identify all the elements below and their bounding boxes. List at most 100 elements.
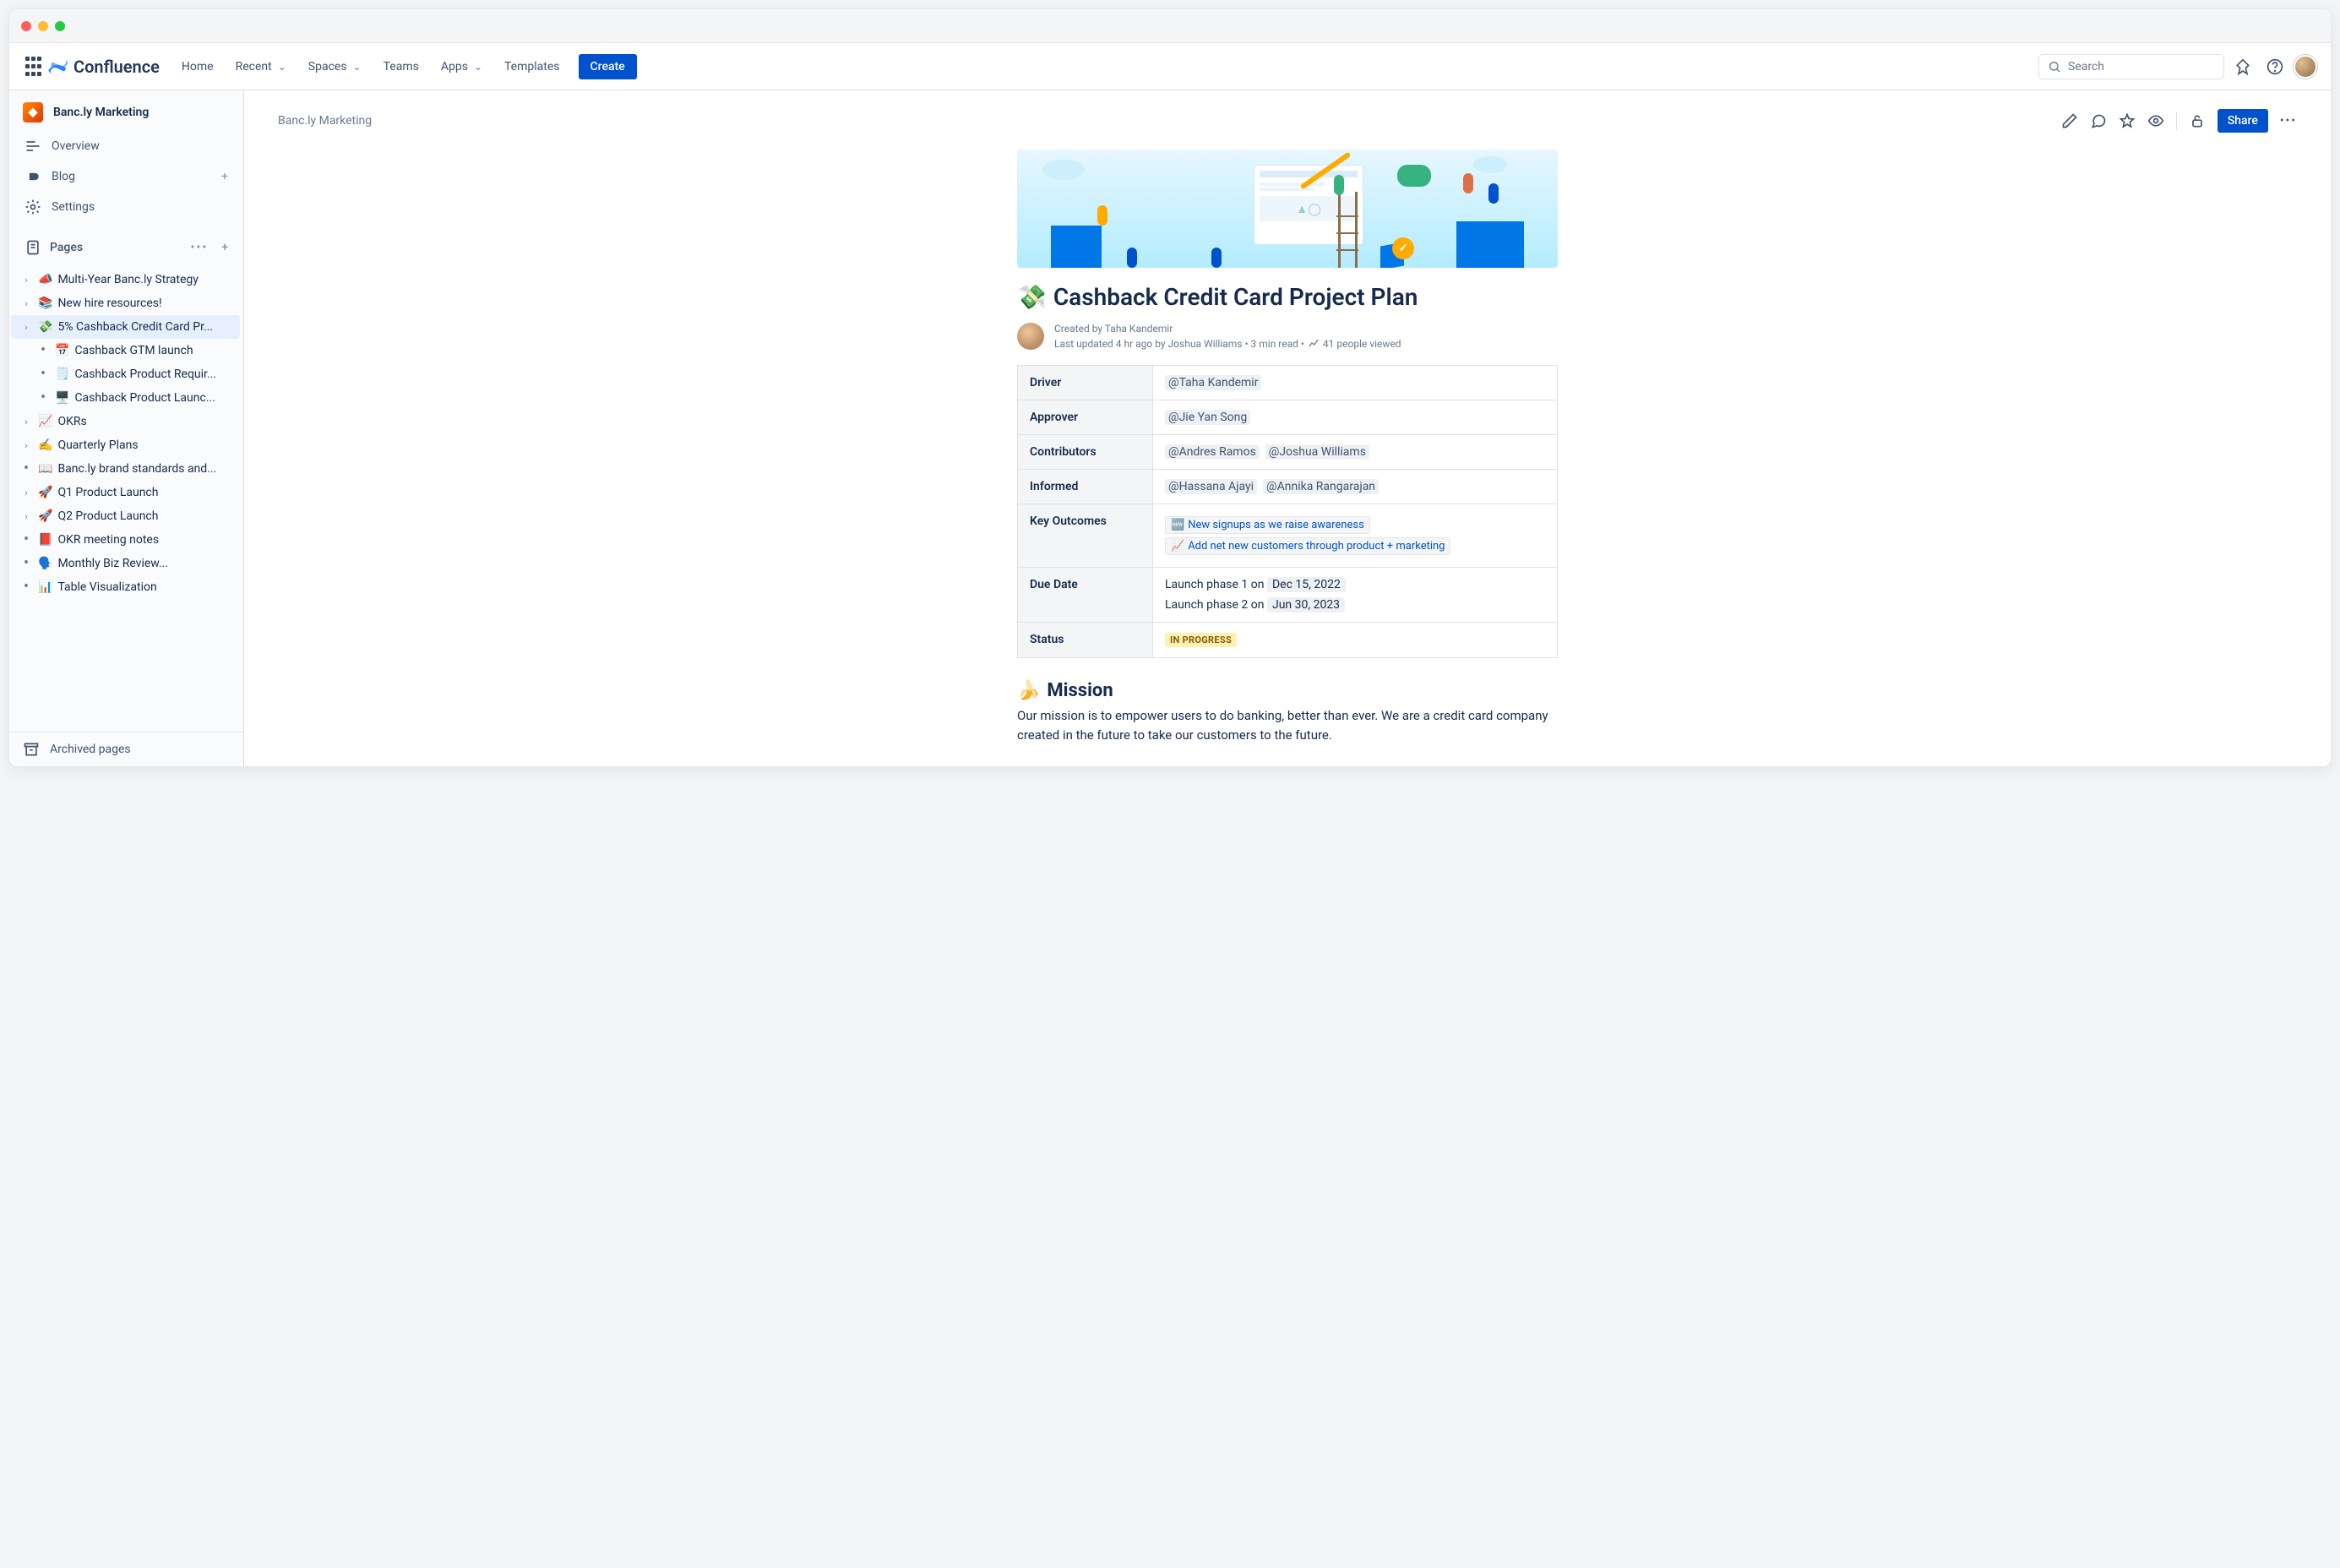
approver-mention[interactable]: @Jie Yan Song: [1165, 410, 1250, 425]
divider: [2176, 112, 2177, 130]
chevron-right-icon[interactable]: ›: [19, 416, 33, 427]
top-nav: Confluence Home Recent Spaces Teams Apps…: [9, 43, 2331, 90]
bullet-icon: •: [19, 536, 33, 544]
outcome-link[interactable]: 🆕New signups as we raise awareness: [1165, 516, 1370, 534]
read-time: 3 min read: [1251, 338, 1298, 350]
author-avatar[interactable]: [1017, 323, 1044, 350]
page-label: Q2 Product Launch: [57, 509, 158, 523]
sidebar-settings-label: Settings: [52, 200, 95, 214]
contributor-mention[interactable]: @Andres Ramos: [1165, 444, 1260, 460]
page-label: Cashback Product Launc...: [74, 391, 215, 405]
bullet-icon: •: [19, 465, 33, 473]
chevron-down-icon: [275, 60, 286, 74]
page-byline: Created by Taha Kandemir Last updated 4 …: [1017, 323, 1558, 350]
byline-meta: Last updated 4 hr ago by Joshua Williams…: [1054, 336, 1401, 350]
help-icon[interactable]: [2261, 53, 2288, 80]
sidebar-settings[interactable]: Settings: [16, 192, 237, 222]
nav-home[interactable]: Home: [173, 55, 222, 79]
chevron-right-icon[interactable]: ›: [19, 275, 33, 286]
page-tree-item[interactable]: ›✍️Quarterly Plans: [11, 433, 240, 457]
chevron-right-icon[interactable]: ›: [19, 298, 33, 309]
page-tree-item[interactable]: •🖥️Cashback Product Launc...: [11, 386, 240, 410]
driver-mention[interactable]: @Taha Kandemir: [1165, 375, 1261, 390]
edit-icon[interactable]: [2061, 112, 2078, 129]
created-by-label: Created by: [1054, 323, 1105, 335]
nav-spaces[interactable]: Spaces: [300, 55, 370, 79]
add-page-icon[interactable]: +: [221, 241, 228, 254]
outcomes-label: Key Outcomes: [1018, 504, 1153, 568]
page-tree-item[interactable]: ›📣Multi-Year Banc.ly Strategy: [11, 268, 240, 291]
chevron-right-icon[interactable]: ›: [19, 440, 33, 451]
space-logo[interactable]: ◆: [23, 102, 43, 122]
sidebar-overview[interactable]: Overview: [16, 131, 237, 161]
breadcrumb[interactable]: Banc.ly Marketing: [278, 114, 372, 128]
pages-icon: [24, 239, 41, 256]
sidebar-blog[interactable]: Blog +: [16, 161, 237, 192]
informed-mention[interactable]: @Annika Rangarajan: [1263, 479, 1379, 494]
confluence-logo[interactable]: Confluence: [48, 57, 160, 77]
archived-label: Archived pages: [50, 743, 131, 756]
informed-mention[interactable]: @Hassana Ajayi: [1165, 479, 1257, 494]
search-icon: [2048, 60, 2061, 74]
confluence-icon: [48, 57, 68, 77]
bullet-icon: •: [19, 559, 33, 568]
page-tree-item[interactable]: •📊Table Visualization: [11, 575, 240, 599]
page-title-text: Cashback Credit Card Project Plan: [1053, 283, 1418, 311]
analytics-icon: [1307, 336, 1320, 350]
mac-min-dot[interactable]: [38, 21, 48, 31]
pages-more-icon[interactable]: •••: [191, 241, 209, 254]
mac-max-dot[interactable]: [55, 21, 65, 31]
page-tree-item[interactable]: •🗣️Monthly Biz Review...: [11, 552, 240, 575]
more-actions-icon[interactable]: •••: [2280, 114, 2297, 128]
status-badge[interactable]: IN PROGRESS: [1165, 633, 1237, 647]
space-name[interactable]: Banc.ly Marketing: [53, 106, 149, 119]
app-switcher-icon[interactable]: [23, 57, 43, 77]
page-tree-item[interactable]: › 🚀 Q1 Product Launch: [11, 481, 240, 504]
watch-icon[interactable]: [2147, 112, 2164, 129]
user-avatar[interactable]: [2294, 55, 2317, 79]
page-tree-item[interactable]: ›📈OKRs: [11, 410, 240, 433]
page-tree-item[interactable]: •📅Cashback GTM launch: [11, 339, 240, 362]
hero-image: ▲◯ ✓: [1017, 150, 1558, 268]
sidebar-pages-header[interactable]: Pages ••• +: [16, 232, 237, 263]
due-date-chip[interactable]: Jun 30, 2023: [1267, 597, 1345, 612]
nav-teams[interactable]: Teams: [375, 55, 427, 79]
page-tree-item[interactable]: ›💸5% Cashback Credit Card Pr...: [11, 315, 240, 339]
page-label: New hire resources!: [57, 297, 161, 310]
page-tree-item[interactable]: ›📚New hire resources!: [11, 291, 240, 315]
page-tree-item[interactable]: •📕OKR meeting notes: [11, 528, 240, 552]
notifications-icon[interactable]: [2229, 53, 2256, 80]
mission-emoji: 🍌: [1017, 680, 1040, 701]
due-date-chip[interactable]: Dec 15, 2022: [1267, 577, 1346, 592]
share-button[interactable]: Share: [2218, 109, 2268, 133]
mac-close-dot[interactable]: [21, 21, 31, 31]
create-button[interactable]: Create: [579, 54, 637, 79]
page-emoji: 💸: [38, 320, 52, 334]
due-phase-text: Launch phase 1 on: [1165, 578, 1267, 591]
page-label: Cashback GTM launch: [74, 344, 193, 357]
page-tree-item[interactable]: •🗒️Cashback Product Requir...: [11, 362, 240, 386]
chevron-right-icon[interactable]: ›: [19, 511, 33, 522]
outcome-link[interactable]: 📈Add net new customers through product +…: [1165, 537, 1450, 555]
page-label: Monthly Biz Review...: [57, 557, 168, 570]
page-tree-item[interactable]: ›🚀Q2 Product Launch: [11, 504, 240, 528]
star-icon[interactable]: [2119, 112, 2136, 129]
page-label: Q1 Product Launch: [57, 486, 158, 499]
viewed-count[interactable]: 41 people viewed: [1323, 338, 1401, 350]
nav-apps[interactable]: Apps: [433, 55, 491, 79]
chevron-right-icon[interactable]: ›: [19, 487, 33, 498]
due-date-label: Due Date: [1018, 568, 1153, 623]
page-tree-item[interactable]: •📖Banc.ly brand standards and...: [11, 457, 240, 481]
contributor-mention[interactable]: @Joshua Williams: [1265, 444, 1369, 460]
comment-icon[interactable]: [2090, 112, 2107, 129]
nav-templates[interactable]: Templates: [496, 55, 569, 79]
add-blog-icon[interactable]: +: [221, 170, 228, 183]
page-emoji: 🚀: [38, 486, 52, 499]
archived-pages[interactable]: Archived pages: [9, 732, 243, 766]
nav-recent[interactable]: Recent: [227, 55, 295, 79]
page-emoji: ✍️: [38, 438, 52, 452]
chevron-right-icon[interactable]: ›: [19, 322, 33, 333]
restrictions-icon[interactable]: [2189, 112, 2206, 129]
search-input[interactable]: Search: [2038, 54, 2224, 79]
created-by-name[interactable]: Taha Kandemir: [1105, 323, 1173, 335]
